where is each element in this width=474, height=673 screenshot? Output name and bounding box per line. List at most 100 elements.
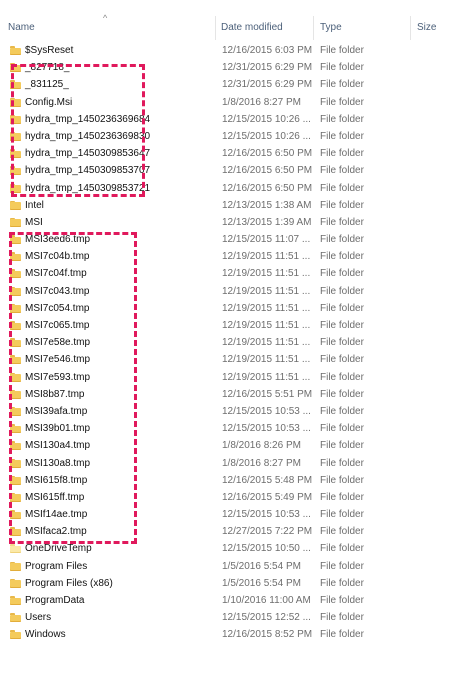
file-row[interactable]: MSI130a8.tmp 1/8/2016 8:27 PM File folder [0,455,474,472]
folder-icon [10,286,21,296]
file-row[interactable]: MSI7e546.tmp 12/19/2015 11:51 ... File fol… [0,351,474,368]
file-type: File folder [320,302,364,314]
folder-icon [10,149,21,159]
file-type: File folder [320,577,364,589]
column-divider[interactable] [313,16,314,40]
folder-icon [10,424,21,434]
date-modified: 12/16/2015 5:51 PM [222,388,313,400]
column-header-type[interactable]: Type [320,12,342,40]
file-name: MSI7c04f.tmp [25,268,87,280]
file-row[interactable]: Users 12/15/2015 12:52 ... File folder [0,609,474,626]
folder-icon [10,596,21,605]
file-row[interactable]: ProgramData 1/10/2016 11:00 AM File folder [0,592,474,609]
file-row[interactable]: MSI7e593.tmp 12/19/2015 11:51 ... File fol… [0,369,474,386]
file-row[interactable]: hydra_tmp_1450236369684 12/15/2015 10:26 … [0,111,474,128]
file-row[interactable]: MSI7c043.tmp 12/19/2015 11:51 ... File fol… [0,283,474,300]
file-type: File folder [320,354,364,366]
date-modified: 12/16/2015 8:52 PM [222,629,313,641]
file-row[interactable]: _827718_ 12/31/2015 6:29 PM File folder [0,59,474,76]
date-modified: 12/27/2015 7:22 PM [222,526,313,538]
date-modified: 1/8/2016 8:27 PM [222,457,301,469]
file-type: File folder [320,595,364,606]
file-type: File folder [320,526,364,538]
folder-icon [10,458,21,468]
date-modified: 12/31/2015 6:29 PM [222,62,313,74]
file-name: MSI130a4.tmp [25,440,91,452]
file-type: File folder [320,130,364,142]
file-name: Program Files (x86) [25,577,113,589]
file-row[interactable]: MSI130a4.tmp 1/8/2016 8:26 PM File folder [0,437,474,454]
file-row[interactable]: Windows 12/16/2015 8:52 PM File folder [0,626,474,643]
file-row[interactable]: hydra_tmp_1450309853647 12/16/2015 6:50 P… [0,145,474,162]
folder-icon [10,441,21,451]
column-header-name[interactable]: Name [8,12,35,40]
column-divider[interactable] [410,16,411,40]
folder-icon [10,527,21,537]
file-row[interactable]: hydra_tmp_1450309853721 12/16/2015 6:50 P… [0,180,474,197]
file-name: hydra_tmp_1450309853707 [25,165,151,177]
file-row[interactable]: MSI615f8.tmp 12/16/2015 5:48 PM File folde… [0,472,474,489]
file-row[interactable]: MSI7e58e.tmp 12/19/2015 11:51 ... File fol… [0,334,474,351]
date-modified: 12/15/2015 10:53 ... [222,405,311,417]
column-divider[interactable] [215,16,216,40]
folder-icon [10,217,21,227]
file-row[interactable]: MSIf14ae.tmp 12/15/2015 10:53 ... File fol… [0,506,474,523]
file-row[interactable]: hydra_tmp_1450309853707 12/16/2015 6:50 P… [0,162,474,179]
file-row[interactable]: MSIfaca2.tmp 12/27/2015 7:22 PM File folde… [0,523,474,540]
file-row[interactable]: MSI39afa.tmp 12/15/2015 10:53 ... File fol… [0,403,474,420]
file-name: hydra_tmp_1450236369684 [25,113,151,125]
file-row[interactable]: MSI7c065.tmp 12/19/2015 11:51 ... File fol… [0,317,474,334]
file-name: $SysReset [25,45,74,56]
folder-icon [10,510,21,520]
file-name: MSI7e58e.tmp [25,337,91,349]
file-name: MSI39afa.tmp [25,405,88,417]
file-name: OneDriveTemp [25,543,92,555]
file-row[interactable]: MSI7c04f.tmp 12/19/2015 11:51 ... File fol… [0,265,474,282]
file-row[interactable]: MSI7c04b.tmp 12/19/2015 11:51 ... File fol… [0,248,474,265]
file-row[interactable]: MSI8b87.tmp 12/16/2015 5:51 PM File folder [0,386,474,403]
folder-icon [10,303,21,313]
date-modified: 12/15/2015 10:50 ... [222,543,311,555]
file-name: hydra_tmp_1450309853647 [25,148,151,160]
column-header-date-modified[interactable]: Date modified [221,12,283,40]
date-modified: 12/16/2015 5:49 PM [222,491,313,503]
date-modified: 12/16/2015 6:50 PM [222,182,313,194]
date-modified: 12/19/2015 11:51 ... [222,302,311,314]
file-row[interactable]: Intel 12/13/2015 1:38 AM File folder [0,197,474,214]
file-type: File folder [320,612,364,624]
file-row[interactable]: $SysReset 12/16/2015 6:03 PM File folder [0,42,474,59]
file-name: MSI7e593.tmp [25,371,91,383]
file-name: hydra_tmp_1450309853721 [25,182,151,194]
file-row[interactable]: _831125_ 12/31/2015 6:29 PM File folder [0,76,474,93]
file-row[interactable]: MSI3eed6.tmp 12/15/2015 11:07 ... File fol… [0,231,474,248]
file-name: MSI615f8.tmp [25,474,88,486]
file-row[interactable]: MSI7c054.tmp 12/19/2015 11:51 ... File fol… [0,300,474,317]
file-name: Windows [25,629,66,641]
file-row[interactable]: MSI615ff.tmp 12/16/2015 5:49 PM File folde… [0,489,474,506]
file-row[interactable]: Config.Msi 1/8/2016 8:27 PM File folder [0,94,474,111]
file-row[interactable]: MSI39b01.tmp 12/15/2015 10:53 ... File fol… [0,420,474,437]
folder-icon [10,372,21,382]
file-name: MSIf14ae.tmp [25,509,88,521]
folder-icon [10,389,21,399]
file-row[interactable]: Program Files 1/5/2016 5:54 PM File folder [0,558,474,575]
folder-icon [10,46,21,55]
folder-icon [10,80,21,90]
date-modified: 12/19/2015 11:51 ... [222,354,311,366]
file-name: MSI7c054.tmp [25,302,90,314]
folder-icon [10,200,21,210]
file-name: MSIfaca2.tmp [25,526,87,538]
file-row[interactable]: OneDriveTemp 12/15/2015 10:50 ... File fol… [0,540,474,557]
file-row[interactable]: MSI 12/13/2015 1:39 AM File folder [0,214,474,231]
file-type: File folder [320,96,364,108]
folder-icon [10,97,21,107]
folder-icon [10,338,21,348]
date-modified: 12/16/2015 5:48 PM [222,474,313,486]
file-type: File folder [320,629,364,641]
file-row[interactable]: hydra_tmp_1450236369830 12/15/2015 10:26 … [0,128,474,145]
file-type: File folder [320,337,364,349]
date-modified: 1/5/2016 5:54 PM [222,577,301,589]
file-row[interactable]: Program Files (x86) 1/5/2016 5:54 PM File … [0,575,474,592]
file-type: File folder [320,182,364,194]
column-header-size[interactable]: Size [417,12,436,40]
